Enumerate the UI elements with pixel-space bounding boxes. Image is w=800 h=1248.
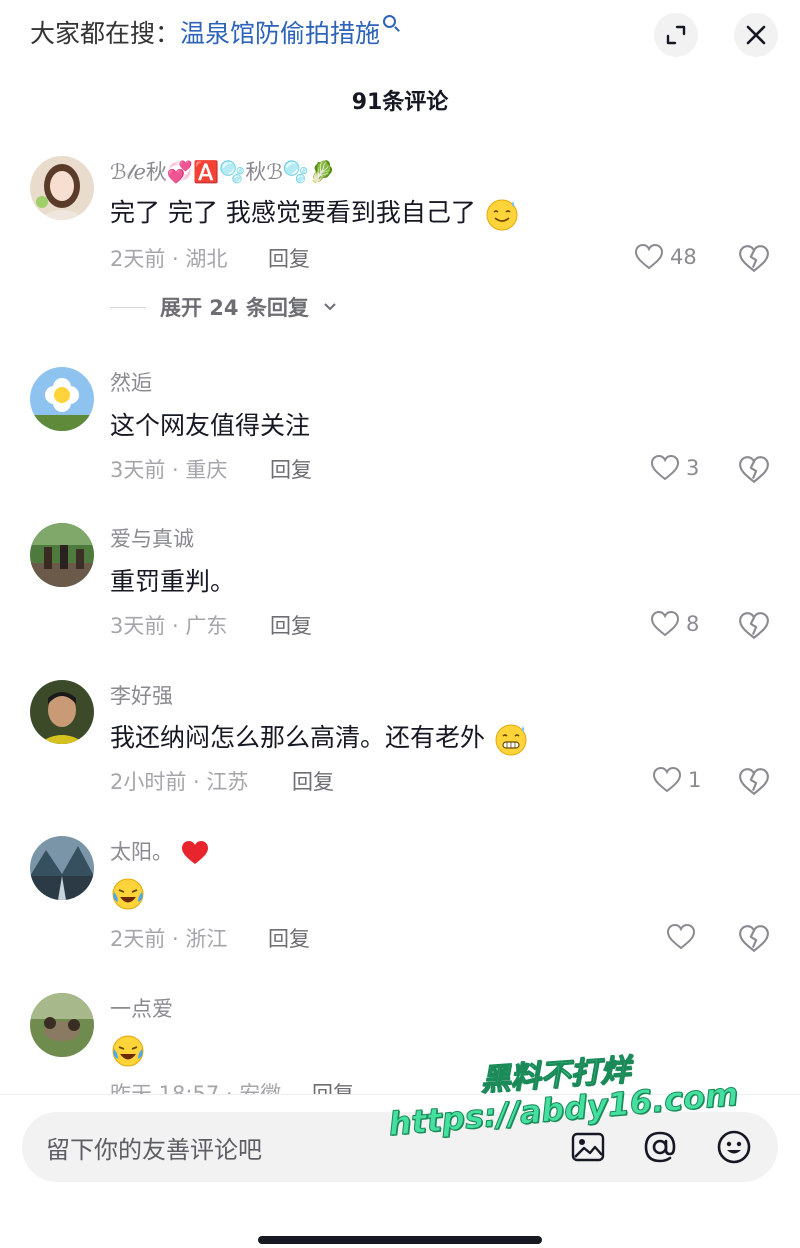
username[interactable]: 一点爱 [110, 995, 173, 1023]
crying-laughing-emoji-icon [112, 1035, 144, 1067]
like-button[interactable]: 1 [652, 766, 701, 794]
avatar[interactable] [30, 156, 94, 220]
reply-button[interactable]: 回复 [270, 612, 312, 640]
crying-laughing-emoji-icon [112, 878, 144, 910]
comment-location: 广东 [185, 614, 228, 638]
red-heart-icon [181, 841, 208, 864]
comment-time: 2天前 [110, 927, 166, 951]
comment-location: 江苏 [206, 770, 249, 794]
hot-search-prefix: 大家都在搜： [30, 19, 181, 48]
expand-button[interactable] [654, 13, 698, 57]
at-icon[interactable] [642, 1129, 678, 1165]
comment-location: 湖北 [185, 247, 228, 271]
close-icon [746, 25, 766, 45]
heart-outline-icon [652, 766, 682, 793]
broken-heart-icon[interactable] [738, 767, 770, 797]
broken-heart-icon[interactable] [738, 244, 770, 274]
home-indicator [258, 1236, 542, 1244]
comment-text-content: 完了 完了 我感觉要看到我自己了 [110, 198, 476, 227]
comment-location: 浙江 [185, 927, 228, 951]
comment-time: 3天前 [110, 458, 166, 482]
heart-outline-icon [634, 243, 664, 270]
comment-time: 2小时前 [110, 770, 187, 794]
like-count: 48 [670, 245, 697, 269]
heart-outline-icon [666, 923, 696, 950]
search-icon [383, 15, 397, 28]
avatar[interactable] [30, 523, 94, 587]
reply-button[interactable]: 回复 [268, 245, 310, 273]
comment-location: 重庆 [185, 458, 228, 482]
like-count: 1 [688, 768, 702, 792]
comment-text: 完了 完了 我感觉要看到我自己了 [110, 196, 520, 232]
comment-meta: 2天前 · 浙江 [110, 927, 228, 951]
comment-meta: 3天前 · 广东 [110, 614, 228, 638]
like-button[interactable] [666, 923, 696, 951]
comment-time: 3天前 [110, 614, 166, 638]
username[interactable]: 然逅 [110, 369, 152, 397]
comment-meta: 2天前 · 湖北 [110, 247, 228, 271]
like-count: 8 [686, 612, 700, 636]
reply-button[interactable]: 回复 [270, 456, 312, 484]
heart-outline-icon [650, 454, 680, 481]
comment-time: 2天前 [110, 247, 166, 271]
reply-button[interactable]: 回复 [268, 925, 310, 953]
username[interactable]: 李好强 [110, 682, 173, 710]
close-button[interactable] [734, 13, 778, 57]
reply-button[interactable]: 回复 [292, 768, 334, 796]
grimace-sweat-emoji-icon [495, 724, 527, 756]
username[interactable]: 爱与真诚 [110, 525, 194, 553]
broken-heart-icon[interactable] [738, 924, 770, 954]
broken-heart-icon[interactable] [738, 455, 770, 485]
hot-search[interactable]: 大家都在搜：温泉馆防偷拍措施 [30, 15, 397, 52]
username-text: 太阳。 [110, 840, 173, 864]
expand-replies-label: 展开 24 条回复 [160, 296, 309, 320]
comment-text-content: 我还纳闷怎么那么高清。还有老外 [110, 723, 486, 752]
comment-text: 这个网友值得关注 [110, 411, 311, 440]
avatar[interactable] [30, 367, 94, 431]
comment-text: 我还纳闷怎么那么高清。还有老外 [110, 721, 529, 757]
comment-text [110, 1033, 146, 1069]
smiley-icon[interactable] [716, 1129, 752, 1165]
like-button[interactable]: 48 [634, 243, 697, 271]
sweat-smile-emoji-icon [486, 199, 518, 231]
expand-icon [666, 25, 686, 45]
comment-text: 重罚重判。 [110, 567, 236, 596]
comment-text [110, 876, 146, 912]
hot-search-term[interactable]: 温泉馆防偷拍措施 [180, 19, 380, 48]
like-button[interactable]: 8 [650, 610, 699, 638]
comment-meta: 3天前 · 重庆 [110, 458, 228, 482]
comment-input[interactable]: 留下你的友善评论吧 [46, 1130, 262, 1165]
broken-heart-icon[interactable] [738, 611, 770, 641]
avatar[interactable] [30, 993, 94, 1057]
heart-outline-icon [650, 610, 680, 637]
chevron-down-icon [324, 303, 336, 311]
like-count: 3 [686, 456, 700, 480]
expand-replies-button[interactable]: 展开 24 条回复 [110, 292, 337, 322]
like-button[interactable]: 3 [650, 454, 699, 482]
divider [110, 306, 146, 308]
username[interactable]: ℬ𝓁ℯ秋💞🅰️🫧秋ℬ🫧🥬 [110, 158, 335, 186]
avatar[interactable] [30, 836, 94, 900]
comment-meta: 2小时前 · 江苏 [110, 770, 249, 794]
comment-count: 91条评论 [351, 90, 449, 115]
avatar[interactable] [30, 680, 94, 744]
top-bar: 大家都在搜：温泉馆防偷拍措施 [0, 0, 800, 70]
image-icon[interactable] [570, 1129, 606, 1165]
username[interactable]: 太阳。 [110, 838, 210, 867]
